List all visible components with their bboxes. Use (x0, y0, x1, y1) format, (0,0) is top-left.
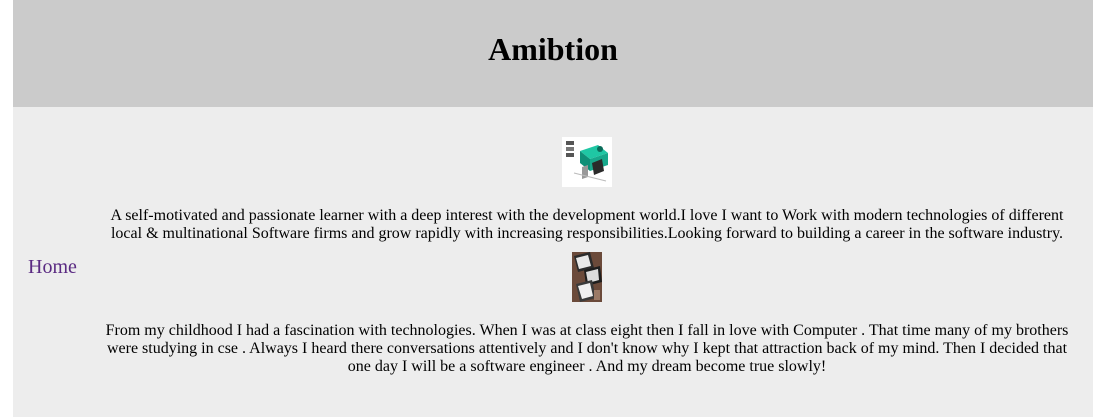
story-paragraph: From my childhood I had a fascination wi… (105, 322, 1069, 375)
developer-desk-illustration-icon (562, 137, 612, 187)
intro-paragraph: A self-motivated and passionate learner … (110, 207, 1064, 242)
page-title: Amibtion (488, 31, 618, 67)
main-content: A self-motivated and passionate learner … (103, 107, 1071, 376)
home-link[interactable]: Home (28, 256, 77, 279)
image-row-2 (103, 252, 1071, 302)
page: Amibtion Home A self-motivated and passi… (13, 0, 1093, 417)
devices-photo-icon (572, 252, 602, 302)
header-bar: Amibtion (13, 0, 1093, 107)
image-row-1 (103, 107, 1071, 187)
